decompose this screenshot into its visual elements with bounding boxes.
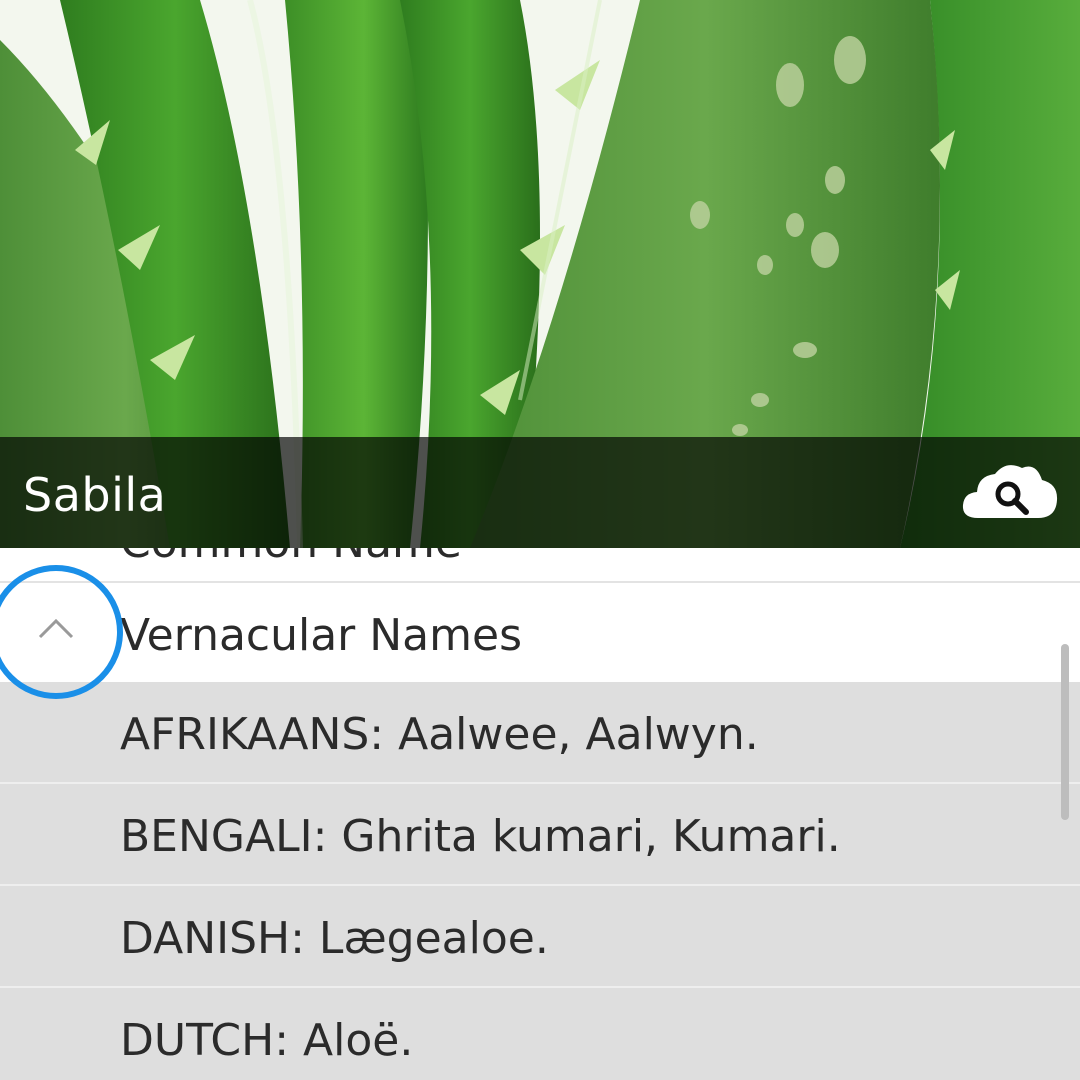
- list-item[interactable]: AFRIKAANS: Aalwee, Aalwyn.: [0, 682, 1080, 784]
- scrollbar[interactable]: [1061, 644, 1069, 820]
- vernacular-names-rows: AFRIKAANS: Aalwee, Aalwyn. BENGALI: Ghri…: [0, 682, 1080, 1080]
- cloud-search-icon[interactable]: [960, 460, 1060, 524]
- list-item-text: AFRIKAANS: Aalwee, Aalwyn.: [120, 709, 759, 760]
- common-name-header[interactable]: Common Name: [0, 548, 1080, 581]
- list-item-text: DANISH: Lægealoe.: [120, 913, 549, 964]
- list-item[interactable]: DANISH: Lægealoe.: [0, 886, 1080, 988]
- list-item[interactable]: DUTCH: Aloë.: [0, 988, 1080, 1080]
- vernacular-names-label: Vernacular Names: [120, 610, 522, 661]
- chevron-up-icon[interactable]: [38, 613, 74, 643]
- vernacular-names-header[interactable]: Vernacular Names: [0, 581, 1080, 682]
- details-list[interactable]: Common Name Vernacular Names AFRIKAANS: …: [0, 548, 1080, 1080]
- plant-title: Sabila: [23, 468, 167, 522]
- common-name-label: Common Name: [120, 548, 462, 570]
- screen: Sabila Common Name Vernacular Names AFRI…: [0, 0, 1080, 1080]
- list-item[interactable]: BENGALI: Ghrita kumari, Kumari.: [0, 784, 1080, 886]
- list-item-text: BENGALI: Ghrita kumari, Kumari.: [120, 811, 841, 862]
- list-item-text: DUTCH: Aloë.: [120, 1015, 414, 1066]
